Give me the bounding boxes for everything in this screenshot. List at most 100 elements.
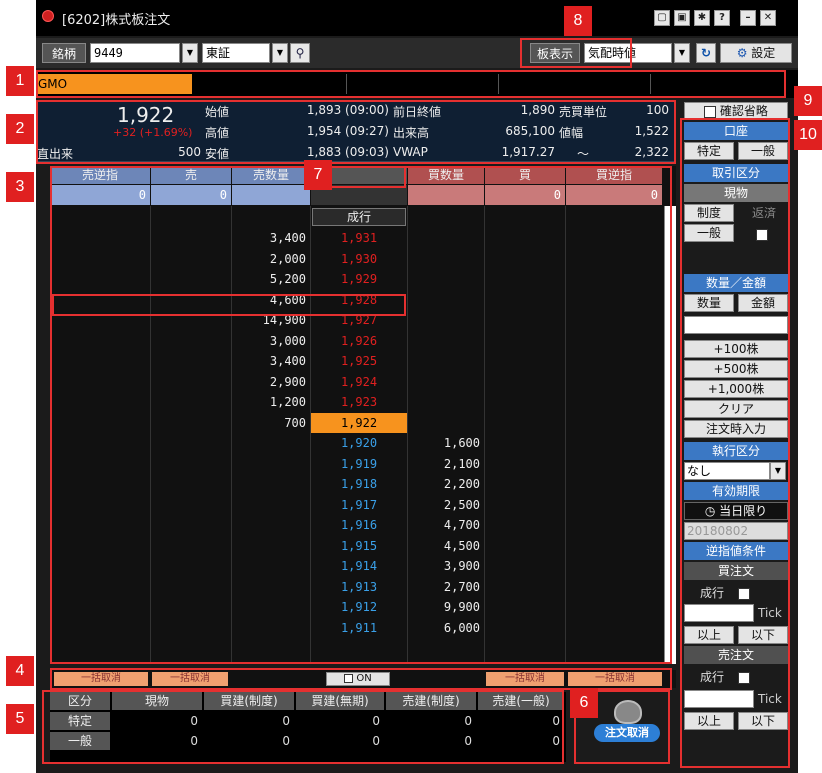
empty-cell[interactable] [50,351,150,371]
empty-cell[interactable] [50,577,150,597]
sell-qty-cell[interactable]: 700 [232,413,310,433]
expiry-date-input[interactable]: 20180802 [684,522,788,540]
sell-qty-cell[interactable]: 2,000 [232,249,310,269]
exec-dropdown-icon[interactable]: ▼ [770,462,786,480]
empty-cell[interactable] [151,536,231,556]
book-row[interactable]: 1,920 1,600 [50,433,662,453]
buy-qty-cell[interactable] [408,392,484,412]
empty-cell[interactable] [566,577,662,597]
empty-cell[interactable] [566,433,662,453]
price-cell[interactable]: 1,912 [311,597,407,617]
sell-qty-cell[interactable] [232,433,310,453]
book-row[interactable]: 3,400 1,931 [50,228,662,248]
sell-qty-cell[interactable]: 3,400 [232,228,310,248]
account-ippan[interactable]: 一般 [738,142,788,160]
empty-cell[interactable] [151,392,231,412]
buy-qty-cell[interactable]: 2,700 [408,577,484,597]
buy-qty-cell[interactable]: 4,700 [408,515,484,535]
buy-stop-input[interactable] [684,604,754,622]
price-cell[interactable]: 1,920 [311,433,407,453]
buy-qty-cell[interactable] [408,290,484,310]
empty-cell[interactable] [566,228,662,248]
bulk-cancel-buy[interactable]: 一括取消 [486,672,564,686]
sell-qty-cell[interactable]: 3,400 [232,351,310,371]
empty-cell[interactable] [566,495,662,515]
empty-cell[interactable] [485,351,565,371]
buy-qty-cell[interactable]: 4,500 [408,536,484,556]
empty-cell[interactable] [50,228,150,248]
refresh-icon[interactable]: ↻ [696,43,716,63]
empty-cell[interactable] [485,249,565,269]
book-row[interactable]: 1,911 6,000 [50,618,662,638]
empty-cell[interactable] [151,372,231,392]
board-mode-dropdown-icon[interactable]: ▼ [674,43,690,63]
empty-cell[interactable] [566,331,662,351]
price-cell[interactable]: 1,914 [311,556,407,576]
market-select[interactable]: 東証 [202,43,270,63]
account-tokutei[interactable]: 特定 [684,142,734,160]
empty-cell[interactable] [151,228,231,248]
sell-qty-cell[interactable] [232,495,310,515]
book-row[interactable]: 1,916 4,700 [50,515,662,535]
empty-cell[interactable] [566,474,662,494]
price-cell[interactable]: 1,918 [311,474,407,494]
empty-cell[interactable] [50,331,150,351]
bulk-cancel-sell[interactable]: 一括取消 [152,672,228,686]
symbol-dropdown-icon[interactable]: ▼ [182,43,198,63]
empty-cell[interactable] [50,290,150,310]
pin-icon[interactable]: ✱ [694,10,710,26]
empty-cell[interactable] [485,228,565,248]
buy-qty-cell[interactable] [408,372,484,392]
buy-qty-cell[interactable] [408,413,484,433]
empty-cell[interactable] [485,577,565,597]
empty-cell[interactable] [485,413,565,433]
sell-market-checkbox[interactable] [738,671,751,684]
input-on-order-button[interactable]: 注文時入力 [684,420,788,438]
empty-cell[interactable] [485,474,565,494]
empty-cell[interactable] [485,515,565,535]
buy-qty-cell[interactable]: 6,000 [408,618,484,638]
sell-qty-cell[interactable] [232,577,310,597]
empty-cell[interactable] [566,372,662,392]
symbol-input[interactable]: 9449 [90,43,180,63]
price-cell[interactable]: 1,915 [311,536,407,556]
sell-qty-cell[interactable]: 4,600 [232,290,310,310]
empty-cell[interactable] [566,515,662,535]
tile-icon[interactable]: ▣ [674,10,690,26]
expiry-today-button[interactable]: ◷ 当日限り [684,502,788,520]
empty-cell[interactable] [566,597,662,617]
settings-button[interactable]: ⚙ 設定 [720,43,792,63]
price-cell[interactable]: 1,929 [311,269,407,289]
price-cell[interactable]: 1,917 [311,495,407,515]
book-row[interactable]: 2,900 1,924 [50,372,662,392]
minimize-icon[interactable]: – [740,10,756,26]
qty-button[interactable]: 数量 [684,294,734,312]
trade-type-ippan[interactable]: 一般 [684,224,734,242]
price-cell[interactable]: 1,911 [311,618,407,638]
empty-cell[interactable] [485,269,565,289]
trade-type-seido[interactable]: 制度 [684,204,734,222]
price-cell[interactable]: 1,924 [311,372,407,392]
price-cell[interactable]: 1,928 [311,290,407,310]
restore-icon[interactable]: ▢ [654,10,670,26]
sell-below-button[interactable]: 以下 [738,712,788,730]
sell-qty-cell[interactable] [232,536,310,556]
book-row[interactable]: 1,913 2,700 [50,577,662,597]
book-row[interactable]: 3,400 1,925 [50,351,662,371]
qty-input[interactable] [684,316,788,334]
empty-cell[interactable] [50,310,150,330]
book-row[interactable]: 5,200 1,929 [50,269,662,289]
empty-cell[interactable] [566,536,662,556]
buy-qty-cell[interactable] [408,331,484,351]
sell-qty-cell[interactable] [232,474,310,494]
empty-cell[interactable] [485,392,565,412]
sell-qty-cell[interactable] [232,515,310,535]
empty-cell[interactable] [485,433,565,453]
empty-cell[interactable] [151,577,231,597]
empty-cell[interactable] [151,495,231,515]
sell-stop-input[interactable] [684,690,754,708]
exec-type-select[interactable]: なし [684,462,770,480]
buy-qty-cell[interactable] [408,269,484,289]
empty-cell[interactable] [151,597,231,617]
empty-cell[interactable] [566,392,662,412]
